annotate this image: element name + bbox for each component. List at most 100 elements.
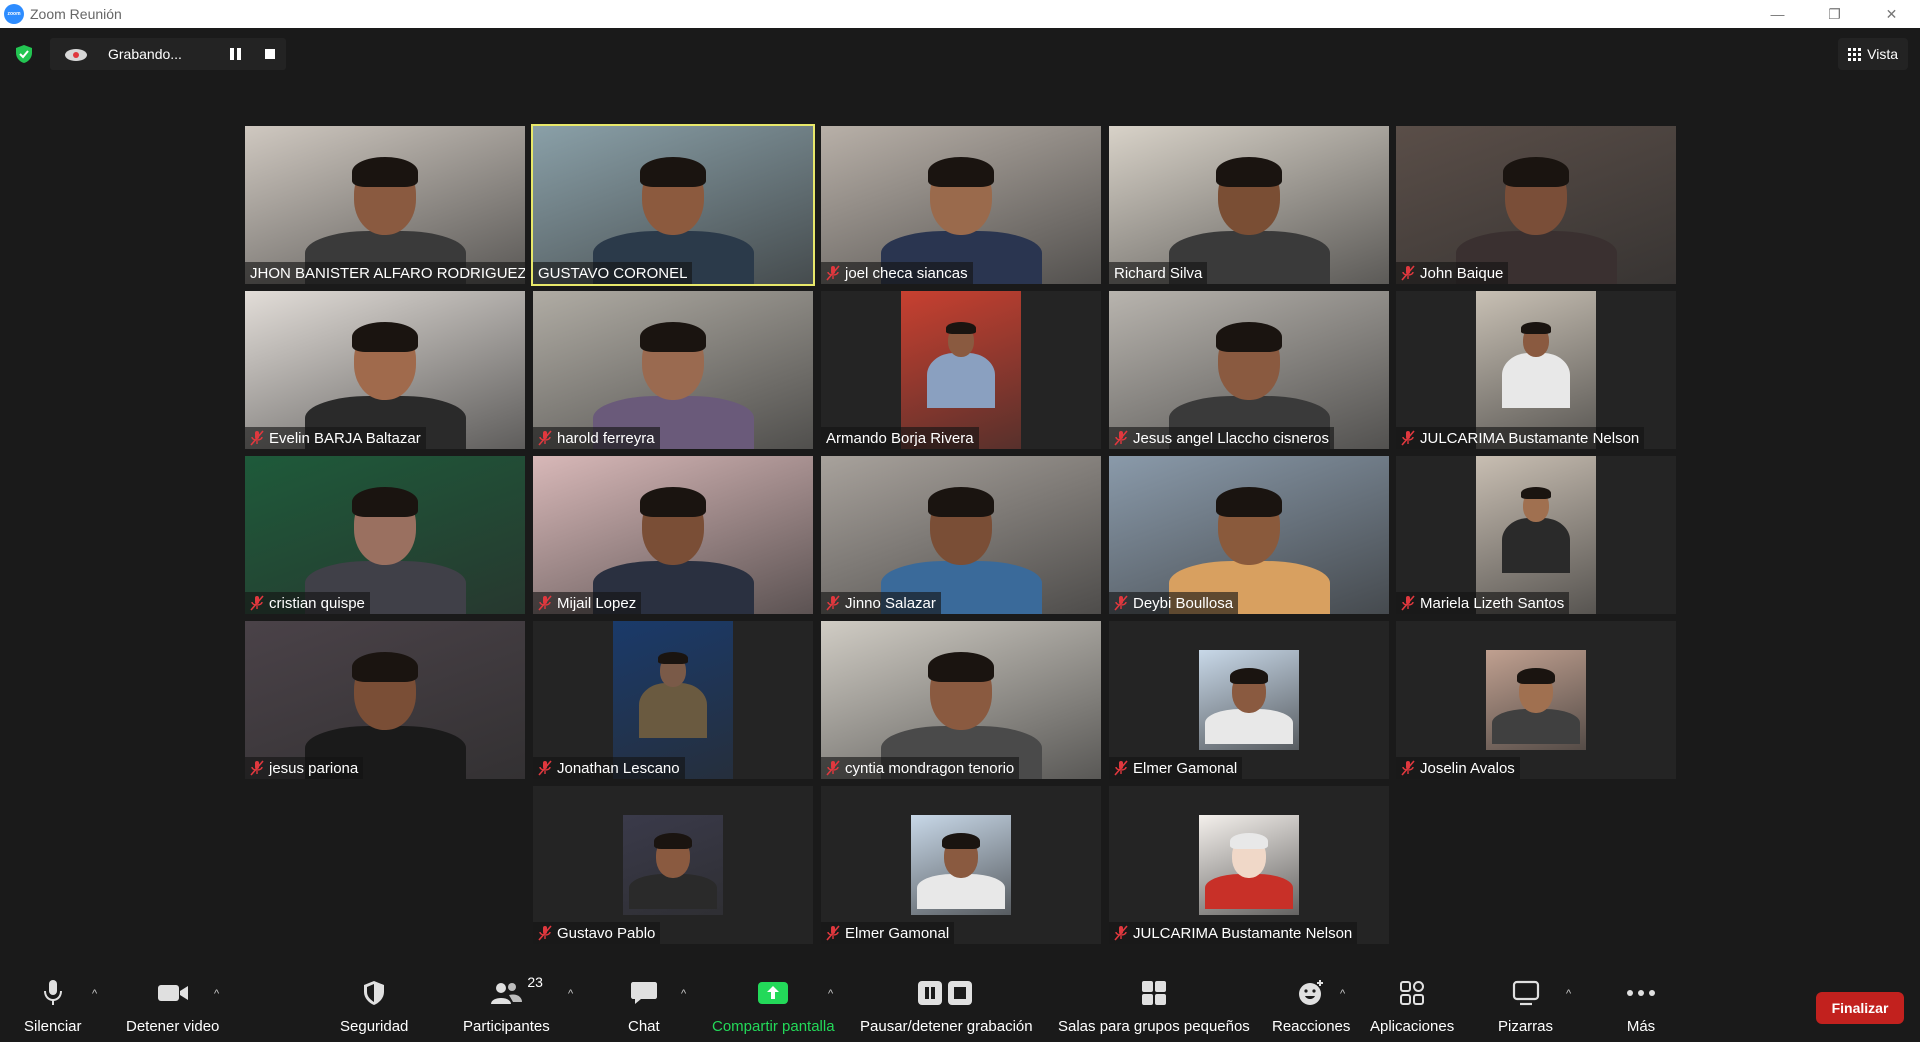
- participant-video: [245, 456, 525, 614]
- participant-tile[interactable]: jesus pariona: [245, 621, 525, 779]
- participant-tile[interactable]: Richard Silva: [1109, 126, 1389, 284]
- participant-name-tag: Mariela Lizeth Santos: [1396, 592, 1570, 614]
- reactions-options-chevron-icon[interactable]: ^: [1340, 988, 1345, 1000]
- mute-options-chevron-icon[interactable]: ^: [92, 988, 97, 1000]
- cloud-recording-icon: [65, 49, 87, 61]
- participant-tile[interactable]: JHON BANISTER ALFARO RODRIGUEZ: [245, 126, 525, 284]
- participant-name: Gustavo Pablo: [557, 924, 656, 942]
- security-button[interactable]: Seguridad: [340, 978, 408, 1038]
- share-options-chevron-icon[interactable]: ^: [828, 988, 833, 1000]
- participant-video: [901, 291, 1021, 449]
- apps-button[interactable]: Aplicaciones: [1370, 978, 1454, 1038]
- participant-tile[interactable]: Evelin BARJA Baltazar: [245, 291, 525, 449]
- muted-microphone-icon: [250, 430, 264, 446]
- window-title: Zoom Reunión: [30, 6, 122, 22]
- participant-tile[interactable]: Jonathan Lescano: [533, 621, 813, 779]
- window-titlebar: zoom Zoom Reunión — ❐ ✕: [0, 0, 1920, 28]
- participant-tile[interactable]: Armando Borja Rivera: [821, 291, 1101, 449]
- share-screen-button[interactable]: Compartir pantalla: [712, 978, 835, 1038]
- participant-hair: [928, 487, 994, 517]
- window-controls: — ❐ ✕: [1749, 0, 1920, 28]
- whiteboards-options-chevron-icon[interactable]: ^: [1566, 988, 1571, 1000]
- more-label: Más: [1626, 1018, 1656, 1035]
- participant-tile[interactable]: cyntia mondragon tenorio: [821, 621, 1101, 779]
- security-label: Seguridad: [340, 1018, 409, 1035]
- restore-button[interactable]: ❐: [1806, 0, 1863, 28]
- stop-recording-icon[interactable]: [265, 49, 275, 59]
- participant-avatar: [911, 815, 1011, 915]
- participants-icon: [491, 983, 523, 1004]
- video-camera-icon: [157, 985, 188, 1001]
- stop-video-button[interactable]: Detener video: [126, 978, 219, 1038]
- participants-button[interactable]: 23 Participantes: [463, 974, 550, 1038]
- breakout-rooms-button[interactable]: Salas para grupos pequeños: [1058, 978, 1250, 1038]
- participant-tile[interactable]: Jesus angel Llaccho cisneros: [1109, 291, 1389, 449]
- whiteboards-button[interactable]: Pizarras: [1498, 978, 1553, 1038]
- muted-microphone-icon: [826, 265, 840, 281]
- participant-tile[interactable]: Joselin Avalos: [1396, 621, 1676, 779]
- breakout-rooms-label: Salas para grupos pequeños: [1058, 1018, 1250, 1035]
- view-button[interactable]: Vista: [1838, 38, 1908, 70]
- participant-hair: [352, 652, 418, 682]
- pause-stop-recording-button[interactable]: Pausar/detener grabación: [860, 978, 1033, 1038]
- participant-hair: [352, 322, 418, 352]
- participant-torso: [917, 874, 1005, 909]
- participant-tile[interactable]: JULCARIMA Bustamante Nelson: [1396, 291, 1676, 449]
- participant-tile[interactable]: JULCARIMA Bustamante Nelson: [1109, 786, 1389, 944]
- share-screen-label: Compartir pantalla: [712, 1018, 835, 1035]
- participant-video: [1396, 126, 1676, 284]
- mute-button[interactable]: Silenciar: [24, 978, 82, 1038]
- participant-hair: [352, 157, 418, 187]
- zoom-logo-icon: zoom: [4, 4, 24, 24]
- participant-tile[interactable]: GUSTAVO CORONEL: [531, 124, 815, 286]
- recording-indicator: Grabando...: [50, 38, 286, 70]
- meeting-topbar: Grabando... Vista: [0, 28, 1920, 80]
- participant-name-tag: harold ferreyra: [533, 427, 660, 449]
- participant-name: Elmer Gamonal: [845, 924, 950, 942]
- reactions-button[interactable]: Reacciones: [1272, 978, 1350, 1038]
- participant-name-tag: cristian quispe: [245, 592, 370, 614]
- participant-name: JULCARIMA Bustamante Nelson: [1420, 429, 1640, 447]
- meeting-toolbar: Silenciar ^ Detener video ^ Seguridad 23…: [0, 950, 1920, 1042]
- participant-name-tag: cyntia mondragon tenorio: [821, 757, 1020, 779]
- muted-microphone-icon: [826, 760, 840, 776]
- whiteboard-icon: [1512, 980, 1539, 1006]
- participant-tile[interactable]: Deybi Boullosa: [1109, 456, 1389, 614]
- participant-hair: [1230, 668, 1268, 684]
- participant-tile[interactable]: harold ferreyra: [533, 291, 813, 449]
- participant-hair: [1521, 487, 1551, 499]
- participant-hair: [928, 157, 994, 187]
- grid-view-icon: [1848, 47, 1862, 61]
- chat-options-chevron-icon[interactable]: ^: [681, 988, 686, 1000]
- pause-recording-icon[interactable]: [230, 48, 244, 60]
- participant-torso: [1205, 709, 1293, 744]
- participant-hair: [1230, 833, 1268, 849]
- minimize-button[interactable]: —: [1749, 0, 1806, 28]
- participant-hair: [654, 833, 692, 849]
- participant-tile[interactable]: Jinno Salazar: [821, 456, 1101, 614]
- participant-tile[interactable]: joel checa siancas: [821, 126, 1101, 284]
- participant-tile[interactable]: Elmer Gamonal: [821, 786, 1101, 944]
- apps-icon: [1400, 981, 1425, 1005]
- participant-tile[interactable]: Mariela Lizeth Santos: [1396, 456, 1676, 614]
- muted-microphone-icon: [1401, 760, 1415, 776]
- encryption-shield-icon[interactable]: [14, 44, 34, 64]
- end-meeting-button[interactable]: Finalizar: [1816, 992, 1904, 1024]
- participant-torso: [1502, 353, 1570, 408]
- more-button[interactable]: Más: [1626, 978, 1656, 1038]
- participant-tile[interactable]: Gustavo Pablo: [533, 786, 813, 944]
- participant-tile[interactable]: Elmer Gamonal: [1109, 621, 1389, 779]
- participant-name-tag: Deybi Boullosa: [1109, 592, 1239, 614]
- participant-tile[interactable]: cristian quispe: [245, 456, 525, 614]
- chat-label: Chat: [628, 1018, 660, 1035]
- close-button[interactable]: ✕: [1863, 0, 1920, 28]
- participant-name: Jinno Salazar: [845, 594, 936, 612]
- participant-tile[interactable]: Mijail Lopez: [533, 456, 813, 614]
- participants-options-chevron-icon[interactable]: ^: [568, 988, 573, 1000]
- chat-button[interactable]: Chat: [628, 978, 660, 1038]
- muted-microphone-icon: [538, 760, 552, 776]
- participant-hair: [1216, 322, 1282, 352]
- participant-name: John Baique: [1420, 264, 1504, 282]
- video-options-chevron-icon[interactable]: ^: [214, 988, 219, 1000]
- participant-tile[interactable]: John Baique: [1396, 126, 1676, 284]
